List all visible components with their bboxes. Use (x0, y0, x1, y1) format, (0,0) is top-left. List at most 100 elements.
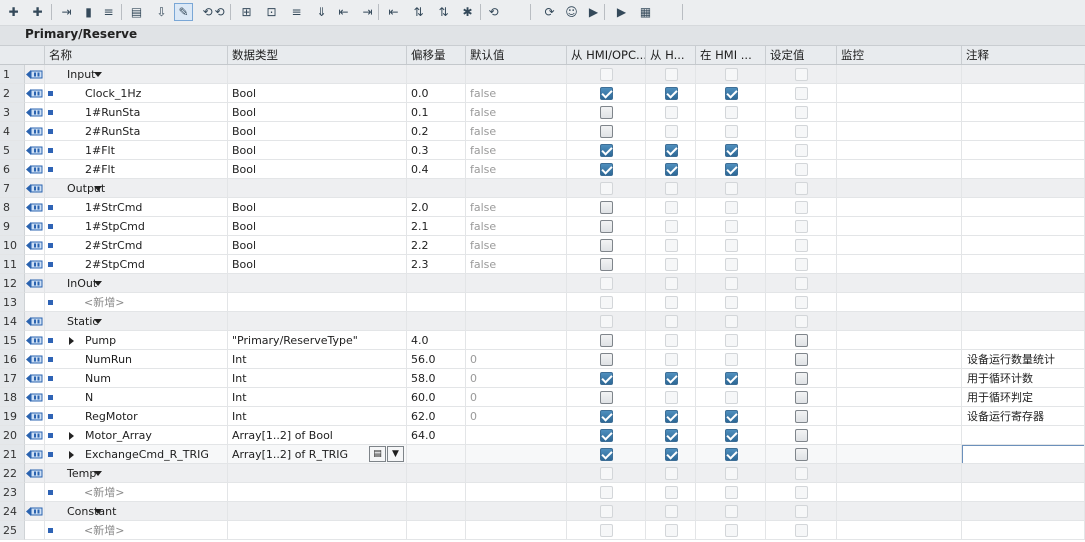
name-cell[interactable]: RegMotor (45, 407, 228, 426)
type-cell[interactable]: Bool (228, 236, 407, 255)
header-comment[interactable]: 注释 (962, 46, 1085, 64)
checkbox[interactable] (600, 201, 613, 214)
init-icon[interactable]: ⇓ (312, 3, 331, 21)
name-cell[interactable]: 2#Flt (45, 160, 228, 179)
checkbox[interactable] (795, 448, 808, 461)
default-cell[interactable] (466, 179, 567, 198)
checkbox[interactable] (600, 106, 613, 119)
default-cell[interactable]: false (466, 84, 567, 103)
checked-checkbox[interactable] (665, 87, 678, 100)
comment-cell[interactable] (962, 464, 1085, 483)
checkbox[interactable] (600, 258, 613, 271)
type-cell[interactable] (228, 312, 407, 331)
default-cell[interactable]: false (466, 255, 567, 274)
table-row[interactable]: 5 1#Flt Bool 0.3 false (0, 141, 1085, 160)
nav-fwd-icon[interactable]: ⟳ (540, 3, 559, 21)
type-cell[interactable]: Int (228, 350, 407, 369)
checkbox[interactable] (600, 334, 613, 347)
header-type[interactable]: 数据类型 (228, 46, 407, 64)
comment-cell[interactable] (962, 65, 1085, 84)
checked-checkbox[interactable] (600, 372, 613, 385)
nav-back-icon[interactable]: ⟲ (484, 3, 503, 21)
comment-cell[interactable] (962, 274, 1085, 293)
checkbox[interactable] (795, 334, 808, 347)
name-cell[interactable]: Output (45, 179, 228, 198)
default-cell[interactable] (466, 274, 567, 293)
comment-cell[interactable] (962, 426, 1085, 445)
expand-icon[interactable]: ⇥ (57, 3, 76, 21)
expand-icon[interactable] (69, 451, 74, 459)
default-cell[interactable] (466, 426, 567, 445)
name-cell[interactable]: Motor_Array (45, 426, 228, 445)
header-hmi-in[interactable]: 在 HMI ... (696, 46, 766, 64)
name-cell[interactable]: Clock_1Hz (45, 84, 228, 103)
type-cell[interactable]: Int (228, 388, 407, 407)
table-row[interactable]: 3 1#RunSta Bool 0.1 false (0, 103, 1085, 122)
download-icon[interactable]: ⇩ (152, 3, 171, 21)
checked-checkbox[interactable] (725, 448, 738, 461)
comment-cell[interactable] (962, 331, 1085, 350)
checked-checkbox[interactable] (665, 372, 678, 385)
checkbox[interactable] (600, 220, 613, 233)
checkbox[interactable] (795, 391, 808, 404)
type-cell[interactable] (228, 483, 407, 502)
default-cell[interactable]: 0 (466, 350, 567, 369)
checked-checkbox[interactable] (600, 87, 613, 100)
indent-right-icon[interactable]: ⇥ (358, 3, 377, 21)
checkbox[interactable] (795, 429, 808, 442)
table-row[interactable]: 25 <新增> (0, 521, 1085, 540)
name-cell[interactable]: 2#StrCmd (45, 236, 228, 255)
type-cell[interactable]: Bool (228, 160, 407, 179)
checkbox[interactable] (795, 353, 808, 366)
table-row[interactable]: 9 1#StpCmd Bool 2.1 false (0, 217, 1085, 236)
name-cell[interactable]: <新增> (45, 293, 228, 312)
compare-icon[interactable]: ▶ (584, 3, 603, 21)
type-cell[interactable]: "Primary/ReserveType" (228, 331, 407, 350)
name-cell[interactable]: 2#StpCmd (45, 255, 228, 274)
comment-cell[interactable] (962, 198, 1085, 217)
checked-checkbox[interactable] (725, 372, 738, 385)
type-cell[interactable]: Bool (228, 255, 407, 274)
comment-cell[interactable]: 设备运行寄存器 (962, 407, 1085, 426)
type-cell[interactable]: Bool (228, 217, 407, 236)
name-cell[interactable]: Num (45, 369, 228, 388)
table-row[interactable]: 4 2#RunSta Bool 0.2 false (0, 122, 1085, 141)
name-cell[interactable]: Static (45, 312, 228, 331)
checkbox[interactable] (600, 353, 613, 366)
default-cell[interactable]: 0 (466, 388, 567, 407)
table-row[interactable]: 13 <新增> (0, 293, 1085, 312)
table-row[interactable]: 6 2#Flt Bool 0.4 false (0, 160, 1085, 179)
comment-cell[interactable] (962, 217, 1085, 236)
checked-checkbox[interactable] (665, 163, 678, 176)
monitor-icon[interactable]: ▮ (79, 3, 98, 21)
type-cell[interactable] (228, 521, 407, 540)
table-row[interactable]: 12 InOut (0, 274, 1085, 293)
table-row[interactable]: 24 Constant (0, 502, 1085, 521)
default-cell[interactable] (466, 293, 567, 312)
expand-icon[interactable] (69, 337, 74, 345)
table-row[interactable]: 2 Clock_1Hz Bool 0.0 false (0, 84, 1085, 103)
name-cell[interactable]: Temp (45, 464, 228, 483)
table-row[interactable]: 11 2#StpCmd Bool 2.3 false (0, 255, 1085, 274)
default-cell[interactable] (466, 502, 567, 521)
table-row[interactable]: 19 RegMotor Int 62.0 0 设备运行寄存器 (0, 407, 1085, 426)
checked-checkbox[interactable] (725, 410, 738, 423)
default-cell[interactable] (466, 65, 567, 84)
name-cell[interactable]: 1#StrCmd (45, 198, 228, 217)
name-cell[interactable]: 1#Flt (45, 141, 228, 160)
tree-icon[interactable]: ▤ (127, 3, 146, 21)
header-setpoint[interactable]: 设定值 (766, 46, 837, 64)
comment-cell[interactable]: 用于循环判定 (962, 388, 1085, 407)
comment-cell[interactable] (962, 84, 1085, 103)
load-start-icon[interactable]: ⊞ (237, 3, 256, 21)
default-cell[interactable] (466, 445, 567, 464)
default-cell[interactable]: 0 (466, 407, 567, 426)
checkbox[interactable] (795, 372, 808, 385)
default-cell[interactable] (466, 483, 567, 502)
checked-checkbox[interactable] (600, 448, 613, 461)
default-cell[interactable]: false (466, 198, 567, 217)
default-cell[interactable] (466, 464, 567, 483)
keep-values-icon[interactable]: ✎ (174, 3, 193, 21)
type-cell[interactable] (228, 293, 407, 312)
comment-cell[interactable] (962, 160, 1085, 179)
